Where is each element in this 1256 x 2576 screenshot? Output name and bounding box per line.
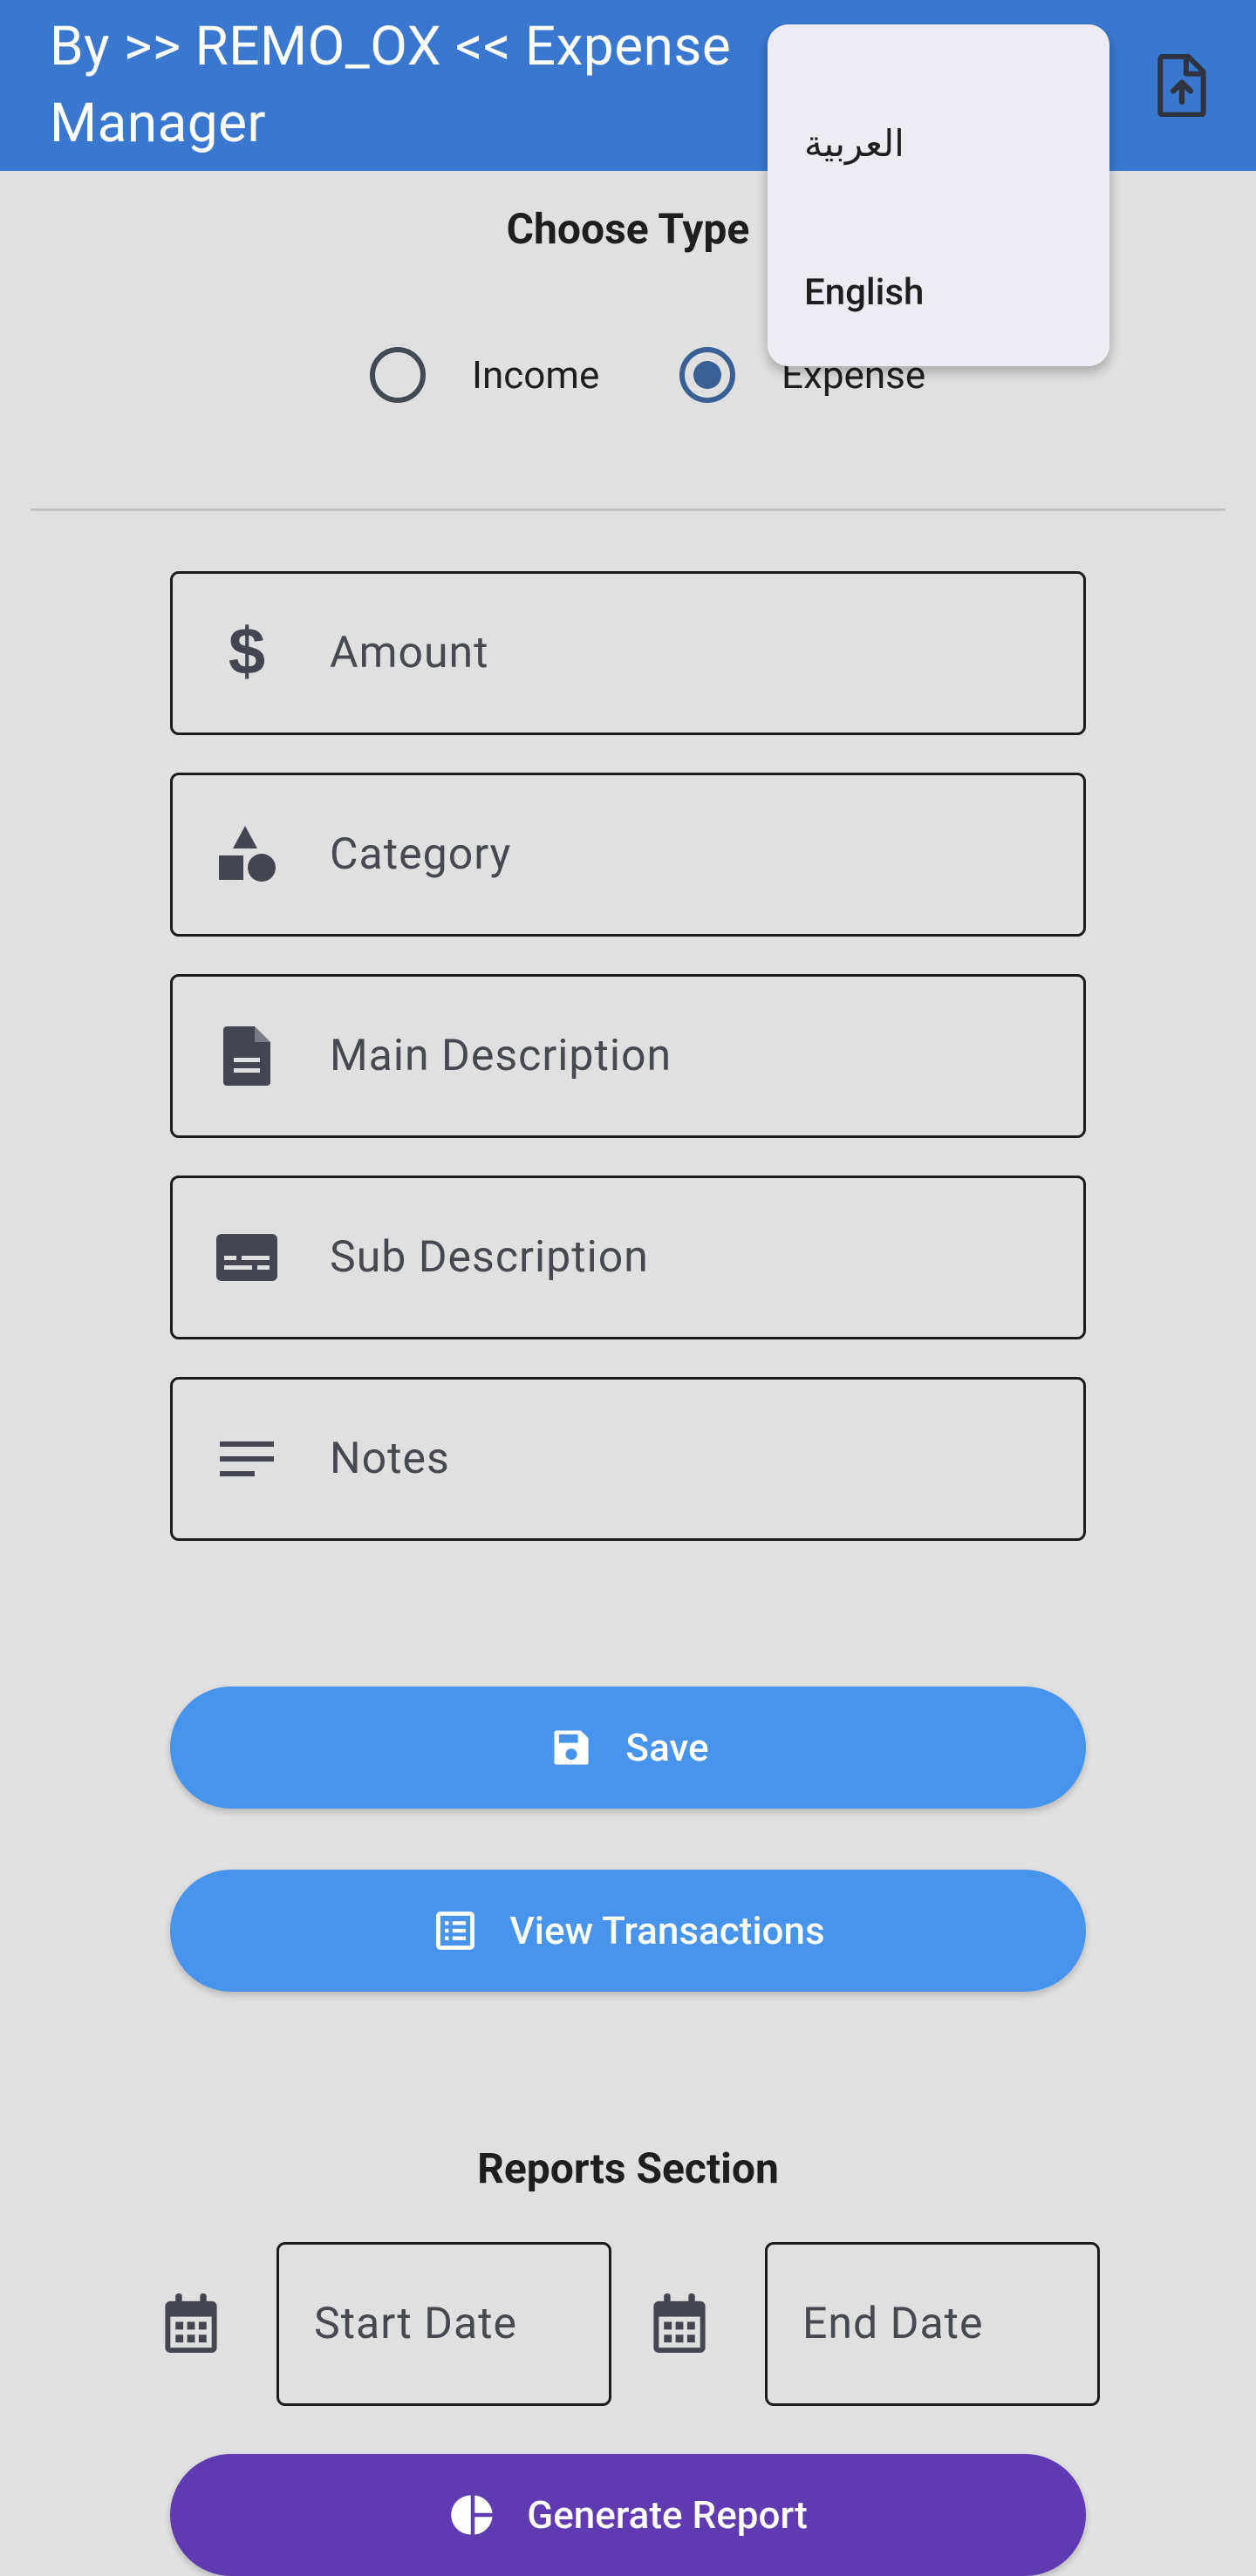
- amount-input[interactable]: [330, 574, 1062, 733]
- sub-description-input[interactable]: [330, 1178, 1062, 1337]
- end-date-field[interactable]: [765, 2242, 1100, 2406]
- notes-field[interactable]: [170, 1377, 1086, 1541]
- menu-item-arabic[interactable]: العربية: [804, 105, 1083, 183]
- category-field[interactable]: [170, 773, 1086, 937]
- start-date-input[interactable]: [314, 2245, 602, 2403]
- income-radio[interactable]: [370, 347, 426, 403]
- menu-item-english[interactable]: English: [804, 253, 1083, 331]
- category-shapes-icon: [212, 820, 282, 889]
- amount-field[interactable]: $: [170, 571, 1086, 735]
- list-alt-icon: [431, 1906, 480, 1955]
- category-input[interactable]: [330, 775, 1062, 934]
- document-icon: [212, 1021, 282, 1091]
- divider: [31, 508, 1225, 511]
- expense-radio[interactable]: [679, 347, 735, 403]
- start-calendar-icon[interactable]: [160, 2288, 222, 2358]
- notes-input[interactable]: [330, 1380, 1062, 1538]
- generate-report-button[interactable]: Generate Report: [170, 2454, 1086, 2576]
- notes-lines-icon: [212, 1424, 282, 1494]
- reports-section-title: Reports Section: [477, 2143, 779, 2193]
- export-button[interactable]: [1147, 45, 1217, 124]
- save-button-label: Save: [625, 1725, 709, 1770]
- end-calendar-icon[interactable]: [648, 2288, 711, 2358]
- main-description-input[interactable]: [330, 977, 1062, 1135]
- generate-report-label: Generate Report: [527, 2492, 808, 2538]
- pie-chart-icon: [448, 2491, 497, 2539]
- save-button[interactable]: Save: [170, 1687, 1086, 1809]
- income-label[interactable]: Income: [472, 347, 599, 403]
- file-upload-icon: [1157, 53, 1206, 117]
- subtitles-icon: [212, 1223, 282, 1292]
- language-menu: العربية English: [768, 24, 1109, 366]
- view-transactions-label: View Transactions: [509, 1908, 825, 1953]
- sub-description-field[interactable]: [170, 1176, 1086, 1339]
- svg-text:$: $: [229, 622, 265, 685]
- app-title: By >> REMO_OX << Expense Manager: [50, 15, 732, 155]
- dollar-icon: $: [212, 618, 282, 688]
- end-date-input[interactable]: [802, 2245, 1090, 2403]
- save-disk-icon: [547, 1723, 596, 1772]
- view-transactions-button[interactable]: View Transactions: [170, 1870, 1086, 1992]
- start-date-field[interactable]: [276, 2242, 611, 2406]
- main-description-field[interactable]: [170, 974, 1086, 1138]
